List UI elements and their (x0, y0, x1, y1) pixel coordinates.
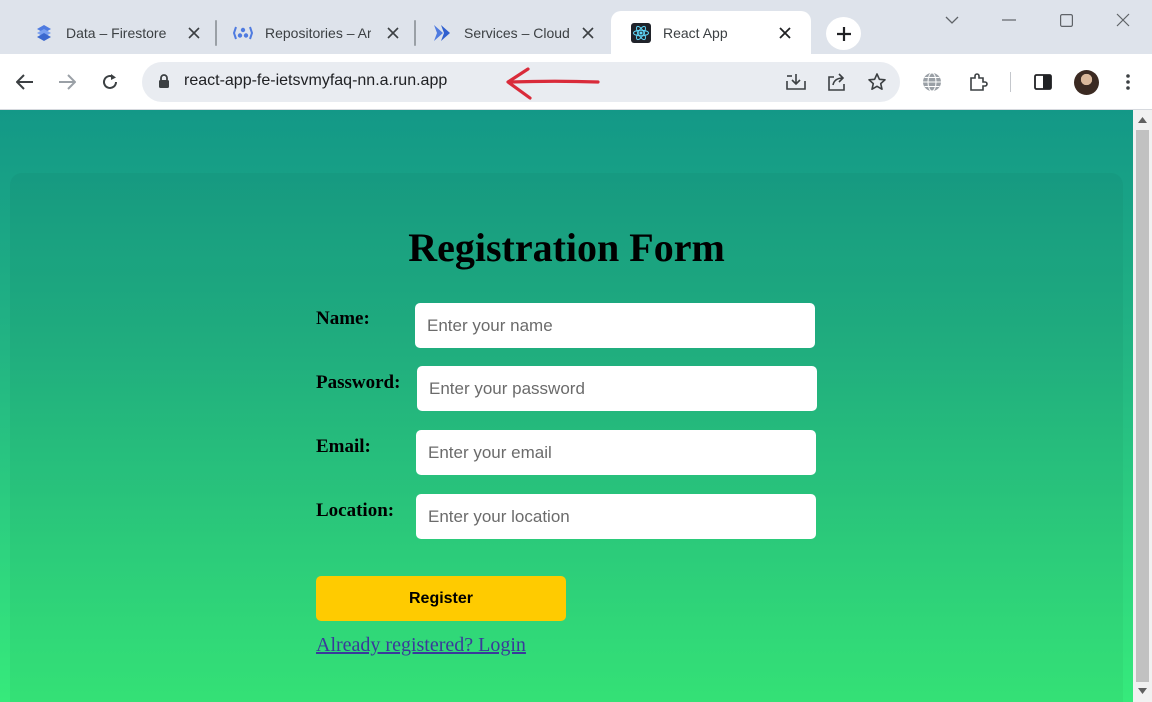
side-panel-icon (1034, 74, 1052, 90)
password-label: Password: (316, 372, 401, 393)
puzzle-icon (970, 73, 988, 91)
login-link[interactable]: Already registered? Login (316, 634, 526, 657)
extension-globe-button[interactable] (918, 68, 946, 96)
vertical-scrollbar[interactable] (1133, 110, 1152, 702)
tab-react-app[interactable]: React App (611, 11, 811, 54)
name-input[interactable] (415, 303, 815, 348)
profile-avatar[interactable] (1074, 70, 1099, 95)
artifact-registry-icon (233, 23, 253, 43)
close-window-button[interactable] (1108, 8, 1138, 32)
tab-repositories[interactable]: Repositories – Ar (233, 11, 403, 54)
minimize-icon (1002, 19, 1016, 21)
name-label: Name: (316, 308, 370, 329)
close-tab-icon[interactable] (578, 23, 598, 43)
toolbar-divider (1010, 72, 1011, 92)
close-tab-icon[interactable] (775, 23, 795, 43)
tab-title: Services – Cloud (464, 24, 570, 41)
tab-title: React App (663, 24, 728, 41)
register-button[interactable]: Register (316, 576, 566, 621)
arrow-left-icon (16, 74, 33, 90)
page-title: Registration Form (408, 225, 725, 270)
close-icon (1116, 13, 1130, 27)
tab-separator (215, 20, 217, 46)
close-tab-icon[interactable] (184, 23, 204, 43)
page-viewport: Registration Form Name: Password: Email:… (0, 110, 1133, 702)
forward-button[interactable] (53, 68, 81, 96)
maximize-icon (1059, 13, 1073, 27)
close-tab-icon[interactable] (383, 23, 403, 43)
react-icon (631, 22, 651, 43)
tab-separator (414, 20, 416, 46)
new-tab-button[interactable] (826, 17, 861, 50)
reload-icon (103, 74, 117, 89)
tab-firestore[interactable]: Data – Firestore (34, 11, 204, 54)
email-label: Email: (316, 436, 371, 457)
kebab-menu-icon (1126, 74, 1130, 90)
email-input[interactable] (416, 430, 816, 475)
lock-icon (158, 73, 170, 94)
tab-strip: Data – Firestore Repositories – Ar Servi… (0, 0, 1152, 54)
side-panel-button[interactable] (1029, 68, 1057, 96)
extensions-button[interactable] (964, 68, 992, 96)
scroll-down-arrow-icon[interactable] (1137, 686, 1148, 696)
arrow-right-icon (59, 74, 76, 90)
maximize-button[interactable] (1051, 8, 1081, 32)
tab-title: Repositories – Ar (265, 24, 371, 41)
bookmark-star-icon[interactable] (863, 68, 891, 96)
firestore-icon (34, 23, 54, 43)
back-button[interactable] (11, 68, 39, 96)
location-input[interactable] (416, 494, 816, 539)
tab-search-button[interactable] (937, 8, 967, 32)
scroll-up-arrow-icon[interactable] (1137, 115, 1148, 125)
tab-services[interactable]: Services – Cloud (432, 11, 598, 54)
tab-title: Data – Firestore (66, 24, 167, 41)
plus-icon (836, 26, 851, 41)
cloud-run-icon (432, 23, 452, 43)
location-label: Location: (316, 500, 395, 521)
reload-button[interactable] (96, 68, 124, 96)
scrollbar-thumb[interactable] (1136, 130, 1149, 682)
minimize-button[interactable] (994, 8, 1024, 32)
install-app-icon[interactable] (782, 68, 810, 96)
chevron-down-icon (945, 16, 959, 24)
globe-icon (923, 72, 941, 92)
menu-button[interactable] (1114, 68, 1142, 96)
share-icon[interactable] (823, 68, 851, 96)
url-text[interactable]: react-app-fe-ietsvmyfaq-nn.a.run.app (184, 72, 447, 90)
password-input[interactable] (417, 366, 817, 411)
annotation-arrow-icon (506, 67, 600, 100)
